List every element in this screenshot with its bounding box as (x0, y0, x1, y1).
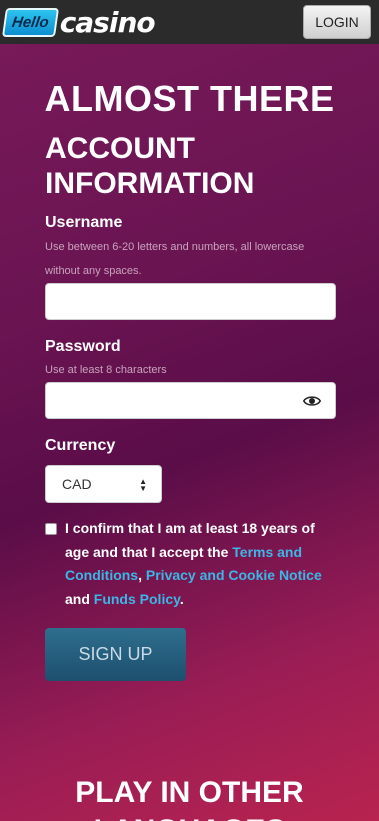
age-terms-checkbox[interactable] (45, 523, 57, 535)
eye-icon[interactable] (303, 392, 321, 410)
password-input[interactable] (45, 382, 336, 419)
logo-hello-badge: Hello (1, 7, 59, 37)
username-hint: Use between 6-20 letters and numbers, al… (45, 241, 305, 277)
currency-select[interactable]: CAD ▲ ▼ (45, 465, 162, 503)
logo-casino-text: casino (59, 5, 156, 39)
terms-separator: and (65, 590, 94, 607)
top-bar: Hello casino LOGIN (0, 0, 379, 44)
funds-policy-link[interactable]: Funds Policy (94, 591, 180, 607)
currency-selected-value: CAD (62, 476, 92, 492)
terms-text: I confirm that I am at least 18 years of… (65, 517, 340, 611)
terms-end: . (179, 590, 184, 607)
privacy-link[interactable]: Privacy and Cookie Notice (146, 567, 322, 583)
username-input[interactable] (45, 283, 336, 320)
username-label: Username (45, 214, 123, 231)
login-button[interactable]: LOGIN (303, 5, 371, 39)
page-title: ALMOST THERE (44, 78, 335, 119)
currency-label: Currency (45, 437, 116, 454)
section-title: ACCOUNT INFORMATION (45, 132, 255, 200)
password-hint: Use at least 8 characters (45, 364, 167, 376)
hello-casino-logo[interactable]: Hello casino (1, 0, 156, 44)
terms-separator: , (138, 567, 146, 583)
sign-up-button[interactable]: SIGN UP (45, 628, 186, 681)
select-arrows-icon: ▲ ▼ (139, 477, 147, 493)
languages-title: PLAY IN OTHER LANGUAGES (75, 776, 304, 821)
password-label: Password (45, 338, 121, 355)
